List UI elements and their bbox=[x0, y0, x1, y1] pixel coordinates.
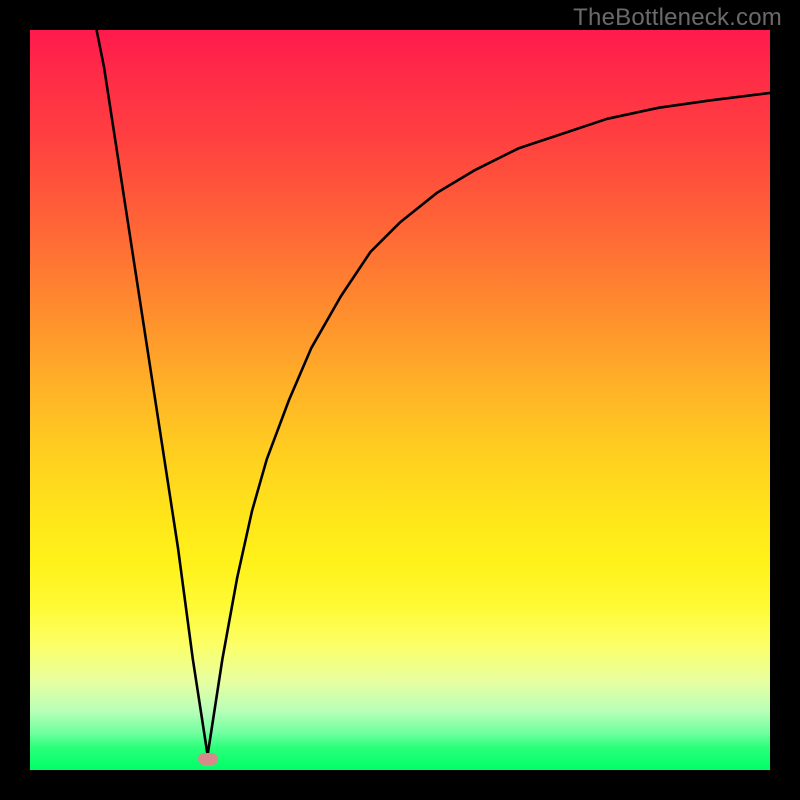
curve-right-branch bbox=[208, 93, 770, 755]
chart-container: TheBottleneck.com bbox=[0, 0, 800, 800]
curve-layer bbox=[30, 30, 770, 770]
plot-area bbox=[30, 30, 770, 770]
watermark-text: TheBottleneck.com bbox=[573, 4, 782, 32]
curve-left-branch bbox=[97, 30, 208, 755]
minimum-marker bbox=[198, 753, 218, 765]
